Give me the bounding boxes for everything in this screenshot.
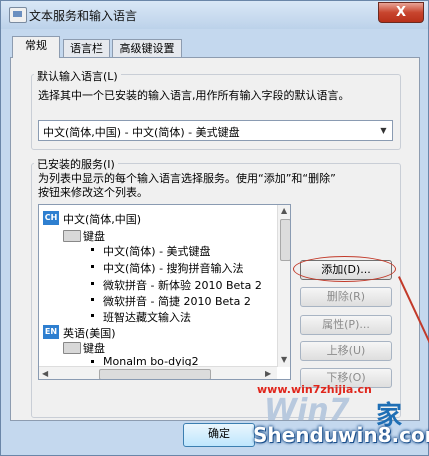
tab-advanced-key-settings[interactable]: 高级键设置 — [112, 39, 182, 58]
tree-language-chinese[interactable]: 中文(简体,中国) — [63, 211, 141, 227]
language-flag-icon: CH — [43, 211, 59, 225]
tree-group-keyboard[interactable]: 键盘 — [83, 228, 105, 244]
move-up-button[interactable]: 上移(U) — [300, 341, 392, 361]
tree-item[interactable]: 微软拼音 - 简捷 2010 Beta 2 — [103, 293, 251, 309]
keyboard-icon — [63, 230, 81, 242]
default-language-selected: 中文(简体,中国) - 中文(简体) - 美式键盘 — [43, 126, 240, 139]
bullet-icon — [91, 265, 94, 268]
default-language-label: 默认输入语言(L) — [34, 68, 121, 84]
tree-item[interactable]: 中文(简体) - 搜狗拼音输入法 — [103, 260, 244, 276]
scroll-thumb[interactable] — [99, 369, 211, 379]
default-language-description: 选择其中一个已安装的输入语言,用作所有输入字段的默认语言。 — [38, 89, 350, 102]
bullet-icon — [91, 298, 94, 301]
tree-group-keyboard[interactable]: 键盘 — [83, 340, 105, 356]
chevron-down-icon: ▼ — [380, 126, 387, 135]
horizontal-scrollbar[interactable]: ◀ ▶ — [39, 366, 277, 379]
vertical-scrollbar[interactable]: ▲ ▼ — [277, 205, 290, 367]
tab-general[interactable]: 常规 — [12, 36, 60, 58]
scroll-down-icon[interactable]: ▼ — [281, 355, 287, 364]
tree-item[interactable]: 微软拼音 - 新体验 2010 Beta 2 — [103, 277, 262, 293]
bullet-icon — [91, 360, 94, 363]
scroll-left-icon[interactable]: ◀ — [42, 369, 48, 378]
ok-button[interactable]: 确定 — [183, 423, 255, 447]
services-tree[interactable]: CH 中文(简体,中国) 键盘 中文(简体) - 美式键盘 中文(简体) - 搜… — [38, 204, 291, 380]
dialog-window: 文本服务和输入语言 X 常规 语言栏 高级键设置 默认输入语言(L) 选择其中一… — [0, 0, 429, 456]
watermark-shendu: Shenduwin8.com — [253, 423, 429, 447]
scroll-up-icon[interactable]: ▲ — [281, 206, 287, 215]
default-language-select[interactable]: 中文(简体,中国) - 中文(简体) - 美式键盘 ▼ — [38, 120, 393, 141]
bullet-icon — [91, 248, 94, 251]
app-icon — [9, 7, 27, 23]
remove-button[interactable]: 删除(R) — [300, 287, 392, 307]
scroll-thumb[interactable] — [280, 219, 290, 261]
tree-item[interactable]: 中文(简体) - 美式键盘 — [103, 243, 211, 259]
window-title: 文本服务和输入语言 — [29, 9, 138, 23]
bullet-icon — [91, 314, 94, 317]
properties-button[interactable]: 属性(P)... — [300, 315, 392, 335]
tree-item[interactable]: 班智达藏文输入法 — [103, 309, 191, 325]
installed-services-description-2: 按钮来修改这个列表。 — [38, 186, 148, 199]
title-bar: 文本服务和输入语言 X — [1, 1, 428, 29]
annotation-circle — [293, 256, 396, 282]
tab-language-bar[interactable]: 语言栏 — [63, 39, 110, 58]
keyboard-icon — [63, 342, 81, 354]
language-flag-icon: EN — [43, 325, 59, 339]
close-button[interactable]: X — [378, 2, 424, 23]
bullet-icon — [91, 282, 94, 285]
tree-language-english[interactable]: 英语(美国) — [63, 325, 116, 341]
scroll-right-icon[interactable]: ▶ — [265, 369, 271, 378]
